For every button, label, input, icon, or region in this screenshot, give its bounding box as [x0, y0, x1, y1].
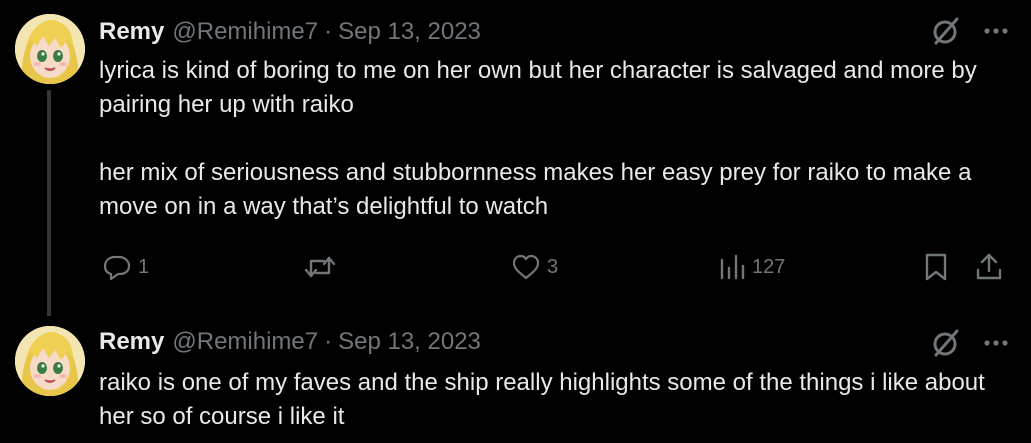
avatar[interactable] [15, 326, 85, 396]
avatar-image [15, 14, 85, 84]
views-button[interactable]: 127 [718, 250, 785, 284]
thread-line [47, 90, 51, 316]
tweet-paragraph: raiko is one of my faves and the ship re… [99, 369, 985, 430]
views-count: 127 [752, 255, 786, 278]
like-icon [512, 254, 540, 280]
like-button[interactable]: 3 [511, 250, 558, 284]
author-name[interactable]: Remy [99, 328, 164, 356]
tweet-paragraph: lyrica is kind of boring to me on her ow… [99, 57, 977, 118]
author-handle[interactable]: @Remihime7 [172, 328, 318, 356]
tweet-actions: 1 3 127 [99, 250, 1009, 284]
views-icon [720, 254, 745, 280]
tweet-top-icons [931, 328, 1009, 358]
retweet-button[interactable] [304, 250, 342, 284]
tweet[interactable]: Remy @Remihime7 · Sep 13, 2023 lyrica is… [0, 0, 1031, 316]
tweet-paragraph: her mix of seriousness and stubbornness … [99, 159, 972, 220]
retweet-icon [304, 256, 336, 278]
author-handle[interactable]: @Remihime7 [172, 18, 318, 46]
tweet-text: lyrica is kind of boring to me on her ow… [99, 54, 999, 224]
avatar-image [15, 326, 85, 396]
tweet[interactable]: Remy @Remihime7 · Sep 13, 2023 raiko is … [0, 316, 1031, 443]
separator: · [324, 328, 333, 355]
tweet-date[interactable]: Sep 13, 2023 [338, 18, 481, 46]
grok-icon[interactable] [931, 16, 961, 46]
reply-count: 1 [138, 255, 150, 278]
separator: · [324, 18, 333, 45]
reply-icon [103, 255, 131, 281]
reply-button[interactable]: 1 [102, 250, 149, 284]
tweet-header: Remy @Remihime7 · Sep 13, 2023 [99, 327, 481, 357]
bookmark-icon [925, 253, 947, 281]
bookmark-button[interactable] [923, 250, 949, 284]
share-button[interactable] [974, 250, 1004, 284]
avatar[interactable] [15, 14, 85, 84]
like-count: 3 [547, 255, 559, 278]
more-icon[interactable] [983, 16, 1009, 46]
tweet-top-icons [931, 16, 1009, 46]
more-icon[interactable] [983, 328, 1009, 358]
share-icon [976, 253, 1002, 280]
grok-icon[interactable] [931, 328, 961, 358]
author-name[interactable]: Remy [99, 18, 164, 46]
tweet-date[interactable]: Sep 13, 2023 [338, 328, 481, 356]
tweet-header: Remy @Remihime7 · Sep 13, 2023 [99, 17, 481, 47]
tweet-text: raiko is one of my faves and the ship re… [99, 366, 999, 434]
